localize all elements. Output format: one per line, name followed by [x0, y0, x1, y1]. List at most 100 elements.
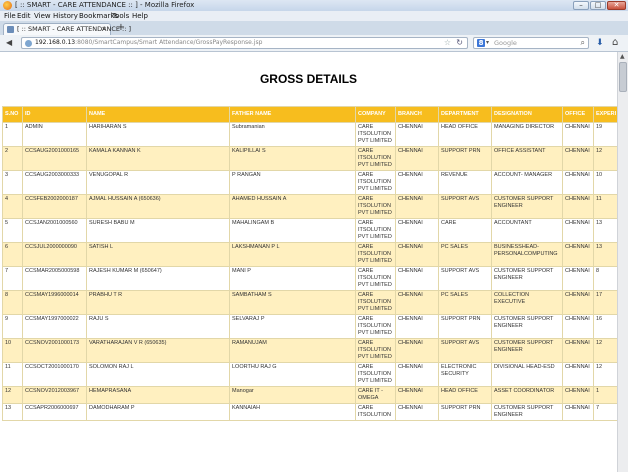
- table-cell: CARE ITSOLUTION PVT LIMITED: [355, 314, 396, 339]
- table-cell: AHAMED HUSSAIN A: [229, 194, 356, 219]
- back-button[interactable]: ◀: [6, 37, 12, 49]
- table-cell: 11: [2, 362, 23, 387]
- table-cell: SAMBATHAM S: [229, 290, 356, 315]
- search-box[interactable]: 8 ▾ Google ⌕: [473, 37, 589, 49]
- scrollbar-thumb[interactable]: [619, 62, 627, 92]
- table-cell: MANAGING DIRECTOR: [491, 122, 563, 147]
- table-cell: CHENNAI: [395, 170, 439, 195]
- column-header-sno: S.NO: [2, 106, 23, 123]
- table-cell: 13: [2, 403, 23, 421]
- url-host: 192.168.0.13: [35, 39, 76, 46]
- close-window-button[interactable]: ✕: [607, 1, 626, 10]
- url-path: :8080/SmartCampus/Smart Attendance/Gross…: [75, 39, 263, 46]
- table-cell: CHENNAI: [395, 122, 439, 147]
- bookmark-star-icon[interactable]: ☆: [444, 38, 451, 48]
- url-bar[interactable]: 192.168.0.13:8080/SmartCampus/Smart Atte…: [21, 37, 468, 49]
- table-cell: KANNAIAH: [229, 403, 356, 421]
- table-cell: CHENNAI: [395, 242, 439, 267]
- search-input[interactable]: Google: [494, 38, 517, 48]
- table-cell: COLLECTION EXECUTIVE: [491, 290, 563, 315]
- table-cell: 1: [2, 122, 23, 147]
- table-cell: SUPPORT AVS: [438, 194, 492, 219]
- reload-icon[interactable]: ↻: [456, 38, 463, 48]
- table-cell: CHENNAI: [562, 338, 594, 363]
- page-title: GROSS DETAILS: [259, 72, 358, 86]
- table-row: 6 CCSJUL2000000090 SATISH L LAKSHMANAN P LC…: [2, 242, 617, 267]
- table-cell: ASSET COORDINATOR: [491, 386, 563, 404]
- page-content: GROSS DETAILS S.NO ID NAME FATHER NAME C…: [0, 52, 617, 472]
- table-cell: CCSNOV2001000173: [22, 338, 87, 363]
- table-cell: CCSAPR2006000697: [22, 403, 87, 421]
- table-cell: 6: [2, 242, 23, 267]
- table-cell: CHENNAI: [562, 218, 594, 243]
- search-engine-dropdown-icon[interactable]: ▾: [486, 38, 489, 48]
- menu-view[interactable]: View: [34, 11, 51, 21]
- table-cell: CUSTOMER SUPPORT ENGINEER: [491, 314, 563, 339]
- firefox-icon: [3, 1, 12, 10]
- table-header-row: S.NO ID NAME FATHER NAME COMPANY BRANCH …: [2, 106, 617, 123]
- menu-file[interactable]: File: [4, 11, 16, 21]
- table-cell: LAKSHMANAN P L: [229, 242, 356, 267]
- table-cell: 19: [593, 122, 617, 147]
- table-cell: PC SALES: [438, 242, 492, 267]
- table-cell: CCSNOV2012003967: [22, 386, 87, 404]
- menu-tools[interactable]: Tools: [112, 11, 129, 21]
- table-cell: HEAD OFFICE: [438, 386, 492, 404]
- table-cell: CHENNAI: [562, 242, 594, 267]
- search-engine-icon[interactable]: 8: [477, 39, 485, 47]
- home-button[interactable]: ⌂: [612, 37, 618, 49]
- table-cell: HARIHARAN S: [86, 122, 230, 147]
- table-cell: CHENNAI: [562, 266, 594, 291]
- table-row: 3 CCSAUG2003000333 VENUGOPAL RP RANGAN CARE…: [2, 170, 617, 195]
- table-cell: 13: [593, 242, 617, 267]
- table-cell: CARE IT -OMEGA: [355, 386, 396, 404]
- table-cell: CCSAUG2001000165: [22, 146, 87, 171]
- table-cell: CHENNAI: [562, 362, 594, 387]
- table-cell: P RANGAN: [229, 170, 356, 195]
- table-cell: 16: [593, 314, 617, 339]
- table-cell: CARE ITSOLUTION PVT LIMITED: [355, 194, 396, 219]
- column-header-designation: DESIGNATION: [491, 106, 563, 123]
- menu-edit[interactable]: Edit: [17, 11, 31, 21]
- table-cell: ACCOUNT- MANAGER: [491, 170, 563, 195]
- table-cell: CHENNAI: [395, 146, 439, 171]
- table-cell: 8: [593, 266, 617, 291]
- tab-bar: [ :: SMART - CARE ATTENDANCE :: ] × +: [0, 21, 628, 36]
- table-cell: 11: [593, 194, 617, 219]
- column-header-id: ID: [22, 106, 87, 123]
- menu-bar: File Edit View History Bookmarks Tools H…: [0, 11, 628, 21]
- url-text[interactable]: 192.168.0.13:8080/SmartCampus/Smart Atte…: [35, 38, 262, 48]
- table-cell: CARE ITSOLUTION PVT LIMITED: [355, 218, 396, 243]
- menu-history[interactable]: History: [53, 11, 78, 21]
- table-cell: CARE ITSOLUTION: [355, 403, 396, 421]
- table-cell: SUPPORT AVS: [438, 338, 492, 363]
- search-icon[interactable]: ⌕: [581, 38, 585, 48]
- table-cell: CCSMAY1996000014: [22, 290, 87, 315]
- table-cell: 7: [2, 266, 23, 291]
- tab-close-icon[interactable]: ×: [101, 24, 107, 35]
- maximize-button[interactable]: □: [590, 1, 606, 10]
- table-cell: PC SALES: [438, 290, 492, 315]
- minimize-button[interactable]: –: [573, 1, 589, 10]
- table-cell: RAJESH KUMAR M (650647): [86, 266, 230, 291]
- new-tab-button[interactable]: +: [114, 22, 128, 34]
- table-cell: ELECTRONIC SECURITY: [438, 362, 492, 387]
- table-cell: CHENNAI: [562, 146, 594, 171]
- window-title: [ :: SMART - CARE ATTENDANCE :: ] - Mozi…: [15, 1, 195, 9]
- table-cell: 12: [2, 386, 23, 404]
- vertical-scrollbar[interactable]: ▲: [617, 52, 628, 472]
- table-cell: CUSTOMER SUPPORT ENGINEER: [491, 403, 563, 421]
- navigation-bar: ◀ 192.168.0.13:8080/SmartCampus/Smart At…: [0, 35, 628, 52]
- table-cell: MANI P: [229, 266, 356, 291]
- download-button[interactable]: ⬇: [596, 37, 604, 49]
- table-cell: CHENNAI: [395, 386, 439, 404]
- table-cell: CHENNAI: [562, 170, 594, 195]
- table-row: 7 CCSMAR2005000598 RAJESH KUMAR M (650647)…: [2, 266, 617, 291]
- scroll-up-icon[interactable]: ▲: [620, 53, 625, 60]
- menu-help[interactable]: Help: [132, 11, 148, 21]
- table-cell: LOORTHU RAJ G: [229, 362, 356, 387]
- table-cell: SATISH L: [86, 242, 230, 267]
- column-header-experience: EXPERI: [593, 106, 617, 123]
- tab-smart-care-attendance[interactable]: [ :: SMART - CARE ATTENDANCE :: ] ×: [3, 23, 131, 35]
- page-icon: [7, 26, 14, 33]
